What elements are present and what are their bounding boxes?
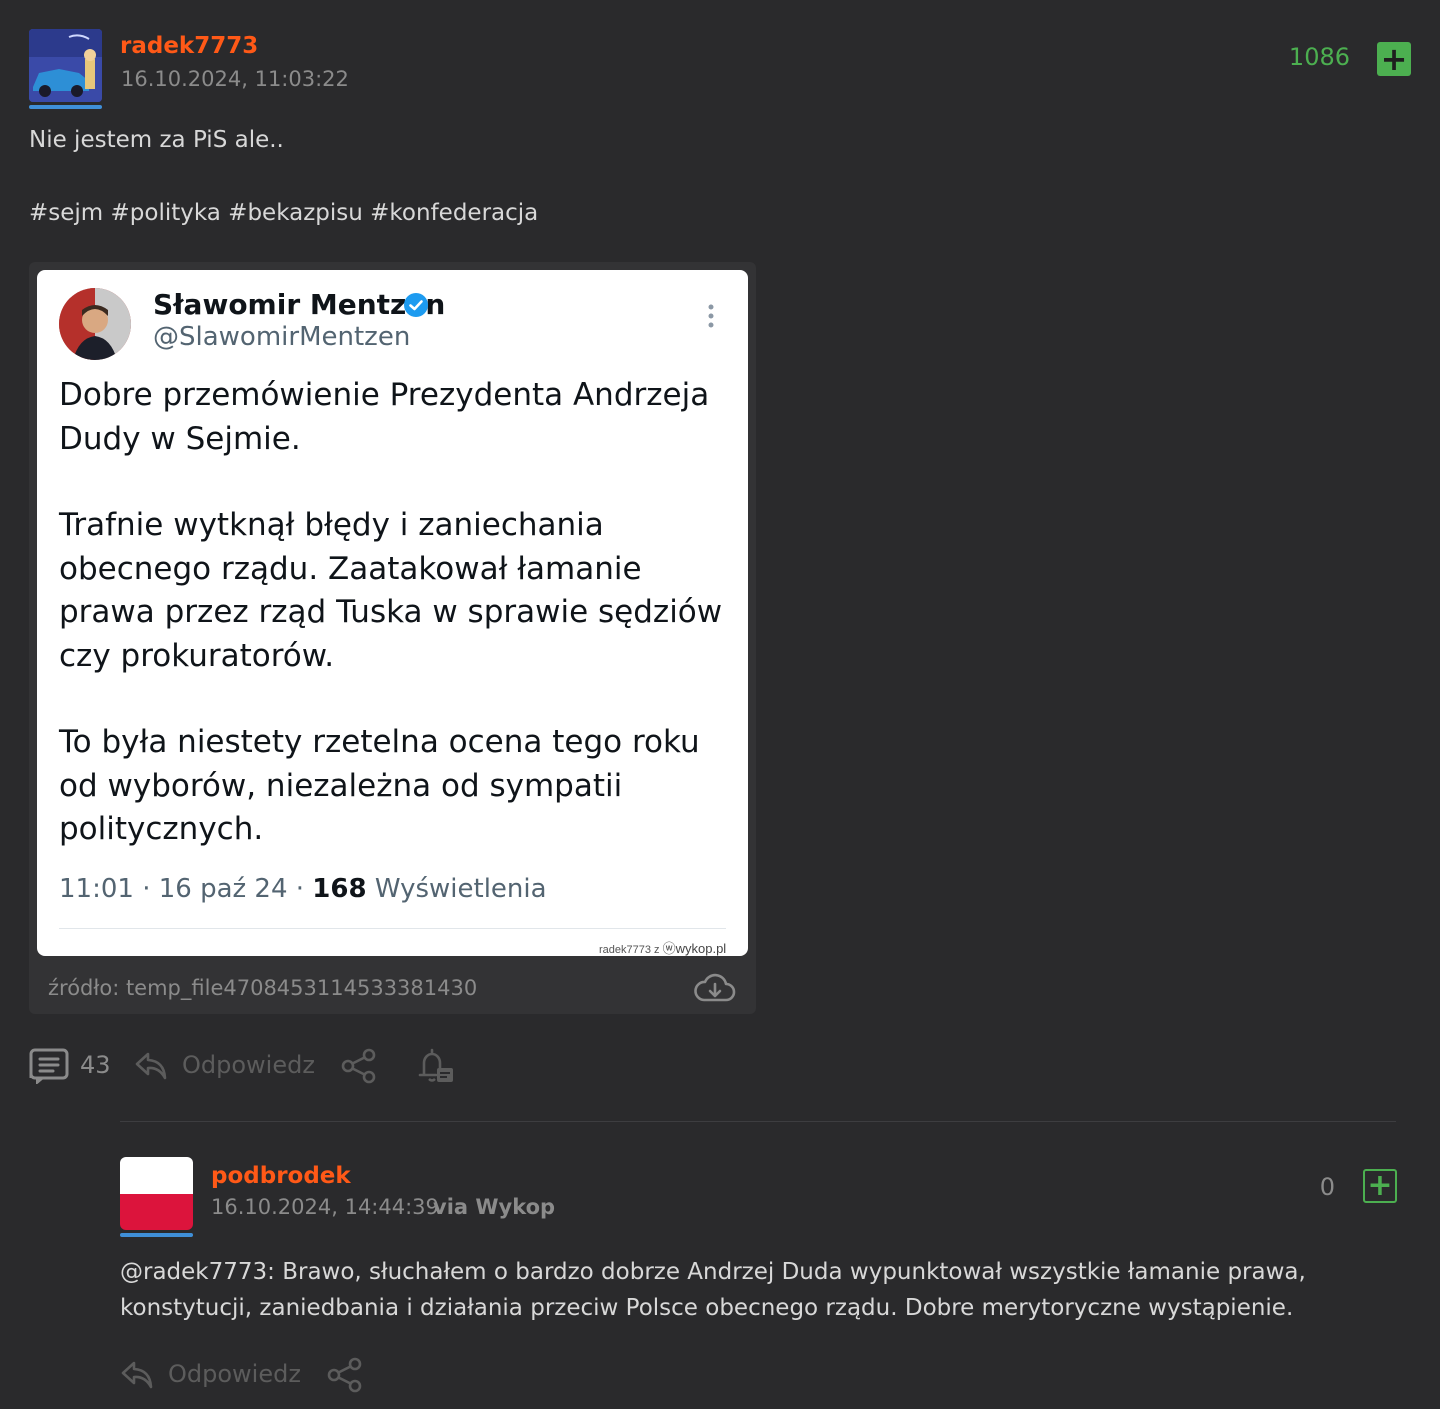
watermark-user: radek7773 z <box>599 944 660 956</box>
tweet-views-count: 168 <box>312 874 367 904</box>
comment-mention[interactable]: @radek7773 <box>120 1259 267 1285</box>
comment-text: : Brawo, słuchałem o bardzo dobrze Andrz… <box>120 1259 1306 1321</box>
tweet-meta: 11:01 · 16 paź 24 · 168 Wyświetlenia <box>59 874 547 904</box>
tweet-author-name: Sławomir Mentzen <box>153 288 446 321</box>
tweet-time: 11:01 · 16 paź 24 · <box>59 874 313 904</box>
comment-date[interactable]: 16.10.2024, 14:44:39 <box>211 1195 439 1219</box>
comments-count[interactable]: 43 <box>80 1051 111 1079</box>
reply-button[interactable]: Odpowiedz <box>182 1051 315 1079</box>
comment-author-avatar[interactable] <box>120 1157 193 1230</box>
entry-body: Nie jestem za PiS ale.. <box>29 127 284 153</box>
comment-separator <box>120 1121 1396 1122</box>
tweet-divider <box>59 928 726 929</box>
tweet-author-handle: @SlawomirMentzen <box>153 322 411 352</box>
avatar-status-bar <box>120 1233 193 1237</box>
comment-via: via Wykop <box>433 1195 556 1219</box>
flag-white-stripe <box>120 1157 193 1194</box>
share-icon[interactable] <box>326 1356 364 1394</box>
comments-icon[interactable] <box>29 1048 69 1084</box>
vote-count: 1086 <box>1288 43 1350 71</box>
tweet-views-label: Wyświetlenia <box>366 874 547 904</box>
watermark-site: ⓦwykop.pl <box>662 941 727 956</box>
more-options-icon <box>708 304 714 328</box>
embedded-tweet-image[interactable]: Sławomir Mentzen @SlawomirMentzen Dobre … <box>37 270 748 956</box>
comment-body: @radek7773: Brawo, słuchałem o bardzo do… <box>120 1254 1400 1326</box>
tweet-paragraph: Trafnie wytknął błędy i zaniechania obec… <box>59 507 723 674</box>
cloud-download-icon[interactable] <box>693 972 737 1004</box>
author-avatar[interactable] <box>29 29 102 102</box>
author-name[interactable]: radek7773 <box>120 33 258 59</box>
plus-icon[interactable]: + <box>1377 42 1411 76</box>
tweet-paragraph: To była niestety rzetelna ocena tego rok… <box>59 724 700 847</box>
tweet-paragraph: Dobre przemówienie Prezydenta Andrzeja D… <box>59 377 710 457</box>
post-date[interactable]: 16.10.2024, 11:03:22 <box>121 67 349 91</box>
flag-red-stripe <box>120 1193 193 1230</box>
reply-button[interactable]: Odpowiedz <box>168 1360 301 1388</box>
tweet-avatar <box>59 288 131 360</box>
entry-tags[interactable]: #sejm #polityka #bekazpisu #konfederacja <box>29 200 538 226</box>
reply-icon[interactable] <box>120 1357 154 1391</box>
notification-bell-icon[interactable] <box>416 1046 456 1086</box>
share-icon[interactable] <box>340 1047 378 1085</box>
comment-author-name[interactable]: podbrodek <box>211 1163 351 1189</box>
image-source[interactable]: źródło: temp_file4708453114533381430 <box>48 976 477 1000</box>
avatar-status-bar <box>29 105 102 109</box>
image-watermark: radek7773 z ⓦwykop.pl <box>599 938 726 957</box>
plus-icon[interactable]: + <box>1363 1169 1397 1203</box>
reply-icon[interactable] <box>134 1048 168 1082</box>
comment-vote-count: 0 <box>1319 1173 1335 1201</box>
verified-badge-icon <box>404 293 428 317</box>
